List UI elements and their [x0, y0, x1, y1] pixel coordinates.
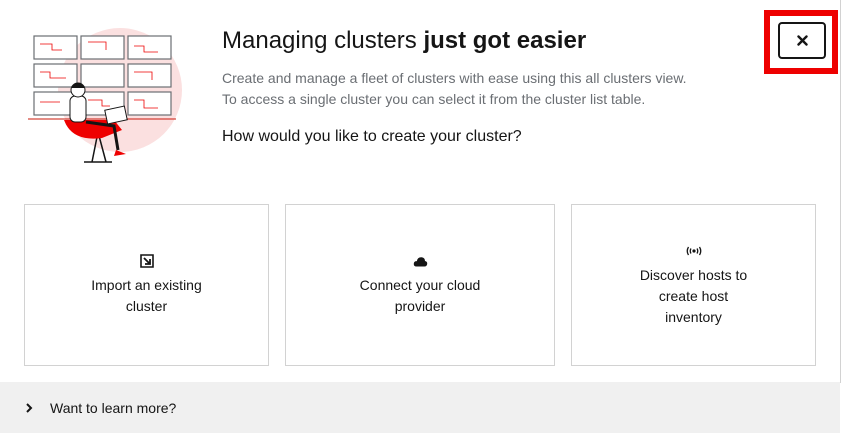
close-button[interactable] — [778, 22, 826, 59]
page-title-emphasis: just got easier — [423, 27, 587, 54]
page-title-regular: Managing clusters — [222, 27, 424, 54]
learn-more-label: Want to learn more? — [50, 399, 177, 416]
import-arrow-icon — [139, 254, 154, 268]
import-cluster-label: Import an existing cluster — [91, 277, 202, 314]
cloud-icon — [413, 256, 427, 266]
discover-hosts-label: Discover hosts to create host inventory — [639, 266, 748, 325]
import-cluster-card[interactable]: Import an existing cluster — [24, 204, 269, 366]
hero-illustration — [28, 28, 182, 163]
connect-cloud-label: Connect your cloud provider — [359, 277, 481, 314]
chevron-right-icon — [26, 402, 33, 413]
close-icon — [796, 35, 808, 46]
discover-hosts-card[interactable]: Discover hosts to create host inventory — [571, 204, 816, 366]
hero-description-line-1: Create and manage a fleet of clusters wi… — [222, 70, 687, 86]
learn-more-toggle[interactable]: Want to learn more? — [0, 382, 840, 433]
hero-description-line-2: To access a single cluster you can selec… — [222, 91, 646, 107]
page-title: Managing clusters just got easier — [222, 27, 586, 55]
create-cluster-question: How would you like to create your cluste… — [222, 128, 522, 145]
hero-description: Create and manage a fleet of clusters wi… — [222, 68, 742, 110]
broadcast-signal-icon — [686, 246, 701, 255]
connect-cloud-card[interactable]: Connect your cloud provider — [285, 204, 555, 366]
